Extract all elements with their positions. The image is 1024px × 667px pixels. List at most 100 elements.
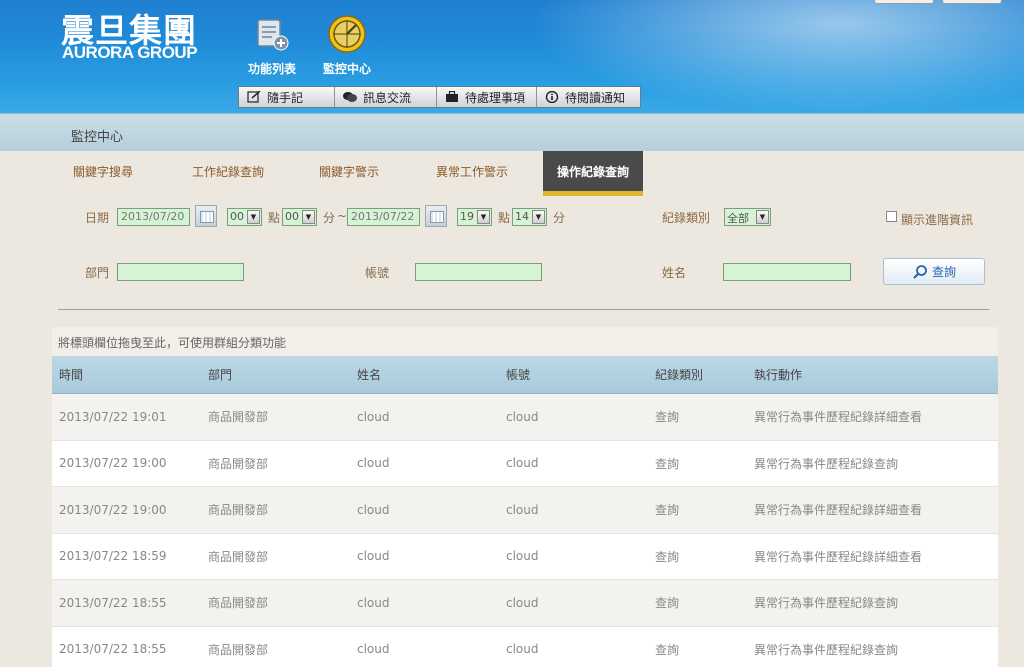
chevron-down-icon: ▼ (302, 210, 315, 224)
chevron-down-icon: ▼ (532, 210, 545, 224)
column-header-record-type[interactable]: 紀錄類別 (648, 356, 747, 393)
dept-label: 部門 (85, 266, 110, 280)
cell-record-type: 查詢 (655, 642, 680, 657)
tab-keyword-search[interactable]: 關鍵字搜尋 (62, 151, 144, 193)
tab-abnormal-work-alert[interactable]: 異常工作警示 (424, 151, 520, 193)
results-grid: 將標頭欄位拖曳至此，可使用群組分類功能 時間 部門 姓名 帳號 紀錄類別 執行動… (52, 327, 998, 667)
column-header-dept[interactable]: 部門 (201, 356, 350, 393)
account-label: 帳號 (365, 266, 390, 280)
nav-monitor-center[interactable]: 監控中心 (312, 14, 382, 77)
cell-time: 2013/07/22 19:01 (59, 409, 167, 424)
start-hour-unit: 點 (268, 211, 281, 225)
end-minute-value: 14 (515, 210, 529, 223)
cell-time: 2013/07/22 18:55 (59, 595, 167, 610)
cell-time: 2013/07/22 19:00 (59, 502, 167, 517)
nav-function-list[interactable]: 功能列表 (237, 14, 307, 77)
tab-work-record-query[interactable]: 工作紀錄查詢 (180, 151, 276, 193)
unread-notices-button[interactable]: 待閱讀通知 (537, 87, 640, 107)
record-type-select[interactable]: 全部 ▼ (724, 208, 771, 226)
messages-button[interactable]: 訊息交流 (335, 87, 437, 107)
cell-account: cloud (506, 595, 539, 610)
table-row[interactable]: 2013/07/22 19:01 商品開發部 cloud cloud 查詢 異常… (52, 394, 998, 441)
column-header-account[interactable]: 帳號 (499, 356, 648, 393)
quick-toolbar: 隨手記 訊息交流 待處理事項 待閱讀通知 (238, 86, 641, 108)
grid-header: 時間 部門 姓名 帳號 紀錄類別 執行動作 (52, 356, 998, 394)
cell-name: cloud (357, 502, 390, 517)
table-row[interactable]: 2013/07/22 18:59 商品開發部 cloud cloud 查詢 異常… (52, 534, 998, 580)
brand-logo-en: AURORA GROUP (62, 43, 198, 62)
table-row[interactable]: 2013/07/22 18:55 商品開發部 cloud cloud 查詢 異常… (52, 627, 998, 667)
cell-name: cloud (357, 456, 390, 471)
end-calendar-icon[interactable] (425, 205, 447, 227)
start-minute-select[interactable]: 00 ▼ (282, 208, 317, 226)
end-hour-value: 19 (460, 210, 474, 223)
unread-notices-button-label: 待閱讀通知 (565, 90, 626, 105)
end-hour-select[interactable]: 19 ▼ (457, 208, 492, 226)
cell-time: 2013/07/22 19:00 (59, 456, 167, 471)
search-icon (913, 264, 927, 279)
cell-record-type: 查詢 (655, 596, 680, 611)
cell-account: cloud (506, 456, 539, 471)
group-by-drop-zone[interactable]: 將標頭欄位拖曳至此，可使用群組分類功能 (52, 327, 998, 356)
cell-name: cloud (357, 409, 390, 424)
end-minute-select[interactable]: 14 ▼ (512, 208, 547, 226)
start-date-input[interactable]: 2013/07/20 (117, 208, 190, 226)
cell-account: cloud (506, 642, 539, 657)
end-date-input[interactable]: 2013/07/22 (347, 208, 420, 226)
cell-dept: 商品開發部 (208, 410, 269, 425)
chat-bubbles-icon (343, 92, 357, 102)
search-button[interactable]: 查詢 (883, 258, 985, 285)
table-row[interactable]: 2013/07/22 19:00 商品開發部 cloud cloud 查詢 異常… (52, 487, 998, 534)
start-minute-value: 00 (285, 210, 299, 223)
start-calendar-icon[interactable] (195, 205, 217, 227)
breadcrumb: 監控中心 (0, 113, 1024, 151)
memo-button[interactable]: 隨手記 (239, 87, 335, 107)
info-icon (545, 91, 559, 103)
advanced-info-checkbox[interactable] (886, 211, 897, 222)
messages-button-label: 訊息交流 (363, 90, 412, 105)
cell-account: cloud (506, 549, 539, 564)
cell-time: 2013/07/22 18:55 (59, 642, 167, 657)
cell-action: 異常行為事件歷程紀錄詳細查看 (754, 503, 923, 518)
cell-action: 異常行為事件歷程紀錄詳細查看 (754, 410, 923, 425)
chevron-down-icon: ▼ (756, 210, 769, 224)
name-input[interactable] (723, 263, 851, 281)
cell-record-type: 查詢 (655, 549, 680, 564)
tab-bar: 關鍵字搜尋 工作紀錄查詢 關鍵字警示 異常工作警示 操作紀錄查詢 (58, 151, 998, 196)
account-input[interactable] (415, 263, 542, 281)
cell-action: 異常行為事件歷程紀錄查詢 (754, 456, 899, 471)
cell-time: 2013/07/22 18:59 (59, 549, 167, 564)
name-label: 姓名 (662, 266, 687, 280)
column-header-time[interactable]: 時間 (52, 356, 201, 393)
top-right-button-2[interactable] (942, 0, 1002, 4)
cell-record-type: 查詢 (655, 456, 680, 471)
app-header: 震旦集團 AURORA GROUP 功能列表 監控中心 隨手記 訊息交流 待處理… (0, 0, 1024, 113)
note-edit-icon (247, 91, 261, 103)
column-header-action[interactable]: 執行動作 (747, 356, 998, 393)
tab-operation-record-query[interactable]: 操作紀錄查詢 (543, 151, 643, 196)
cell-account: cloud (506, 502, 539, 517)
function-list-icon (250, 14, 294, 54)
chevron-down-icon: ▼ (477, 210, 490, 224)
cell-dept: 商品開發部 (208, 642, 269, 657)
cell-name: cloud (357, 595, 390, 610)
divider (58, 309, 989, 310)
cell-dept: 商品開發部 (208, 456, 269, 471)
record-type-label: 紀錄類別 (662, 211, 711, 225)
column-header-name[interactable]: 姓名 (350, 356, 499, 393)
start-hour-select[interactable]: 00 ▼ (227, 208, 262, 226)
chevron-down-icon: ▼ (247, 210, 260, 224)
tab-keyword-alert[interactable]: 關鍵字警示 (308, 151, 390, 193)
page-title: 監控中心 (71, 130, 124, 145)
start-hour-value: 00 (230, 210, 244, 223)
table-row[interactable]: 2013/07/22 19:00 商品開發部 cloud cloud 查詢 異常… (52, 441, 998, 487)
cell-action: 異常行為事件歷程紀錄查詢 (754, 596, 899, 611)
pending-tasks-button[interactable]: 待處理事項 (437, 87, 537, 107)
top-right-button-1[interactable] (874, 0, 934, 4)
end-minute-unit: 分 (553, 211, 566, 225)
dept-input[interactable] (117, 263, 244, 281)
pending-tasks-button-label: 待處理事項 (465, 90, 526, 105)
table-row[interactable]: 2013/07/22 18:55 商品開發部 cloud cloud 查詢 異常… (52, 580, 998, 627)
advanced-info-label: 顯示進階資訊 (901, 213, 974, 227)
nav-function-list-label: 功能列表 (247, 62, 296, 76)
